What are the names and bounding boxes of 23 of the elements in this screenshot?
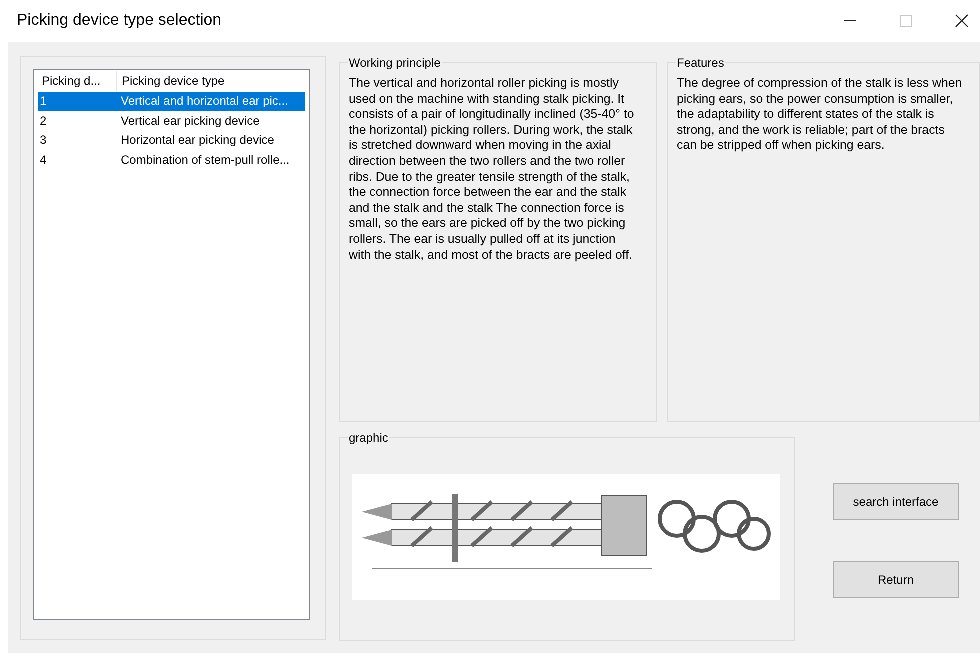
features-text: The degree of compression of the stalk is less when picking ears, so the power consumption is smaller, the adaptability to different states of the stalk is strong, and the work is reliable; part of the bracts can be stripped off when picking ears. <box>676 76 964 154</box>
window-title: Picking device type selection <box>17 12 223 30</box>
group-title: Features <box>676 56 726 70</box>
column-header[interactable]: Picking device type <box>116 71 305 90</box>
row-cell-text: Vertical ear picking device <box>120 112 261 130</box>
list-row[interactable]: 2 Vertical ear picking device <box>38 111 305 130</box>
search-button[interactable]: search interface <box>833 483 959 520</box>
group-title: Working principle <box>348 56 442 70</box>
column-header[interactable]: Picking d... <box>38 71 116 90</box>
row-cell-text: Horizontal ear picking device <box>120 132 276 150</box>
list-row[interactable]: 1 Vertical and horizontal ear pic... <box>38 92 305 111</box>
row-cell-text: 2 <box>39 112 48 130</box>
return-button[interactable]: Return <box>833 561 959 598</box>
list-row[interactable]: 4 Combination of stem-pull rolle... <box>38 150 305 170</box>
row-cell-text: 3 <box>39 132 48 150</box>
row-cell-text: Vertical and horizontal ear pic... <box>120 93 290 110</box>
row-cell-text: Combination of stem-pull rolle... <box>120 152 291 169</box>
row-cell-text: 4 <box>39 152 48 169</box>
row-cell-text: 1 <box>39 93 48 110</box>
close-icon[interactable] <box>954 13 970 29</box>
working-principle-text: The vertical and horizontal roller picking is mostly used on the machine with standing stalk picking. It consists of a pair of longitudinally inclined (35-40° to the horizontal) picking rollers. During work, the stalk is stretched downward when moving in the axial direction between the two rollers and the two roller ribs. Due to the greater tensile strength of the stalk, the connection force between the ear and the stalk and the stalk and the stalk The connection force is small, so the ears are picked off by the two picking rollers. The ear is usually pulled off at its junction with the stalk, and most of the bracts are peeled off. <box>348 76 636 264</box>
group-title: graphic <box>348 431 390 445</box>
list-row[interactable]: 3 Horizontal ear picking device <box>38 130 305 150</box>
